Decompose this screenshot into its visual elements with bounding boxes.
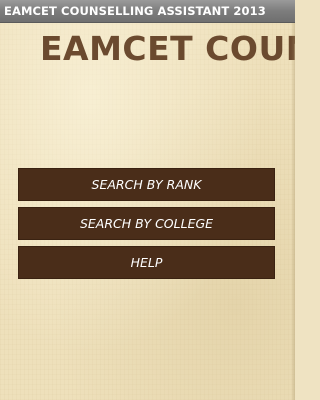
- app-banner-title: EAMCET COUNSELLING ASSISTANT 2013: [40, 29, 295, 68]
- scroll-edge: [291, 23, 295, 400]
- app-title: EAMCET COUNSELLING ASSISTANT 2013: [4, 4, 266, 18]
- main-content: EAMCET COUNSELLING ASSISTANT 2013 SEARCH…: [0, 23, 295, 400]
- search-by-rank-button[interactable]: SEARCH BY RANK: [18, 168, 275, 201]
- app-title-bar: EAMCET COUNSELLING ASSISTANT 2013: [0, 0, 295, 23]
- search-by-college-button[interactable]: SEARCH BY COLLEGE: [18, 207, 275, 240]
- help-button[interactable]: HELP: [18, 246, 275, 279]
